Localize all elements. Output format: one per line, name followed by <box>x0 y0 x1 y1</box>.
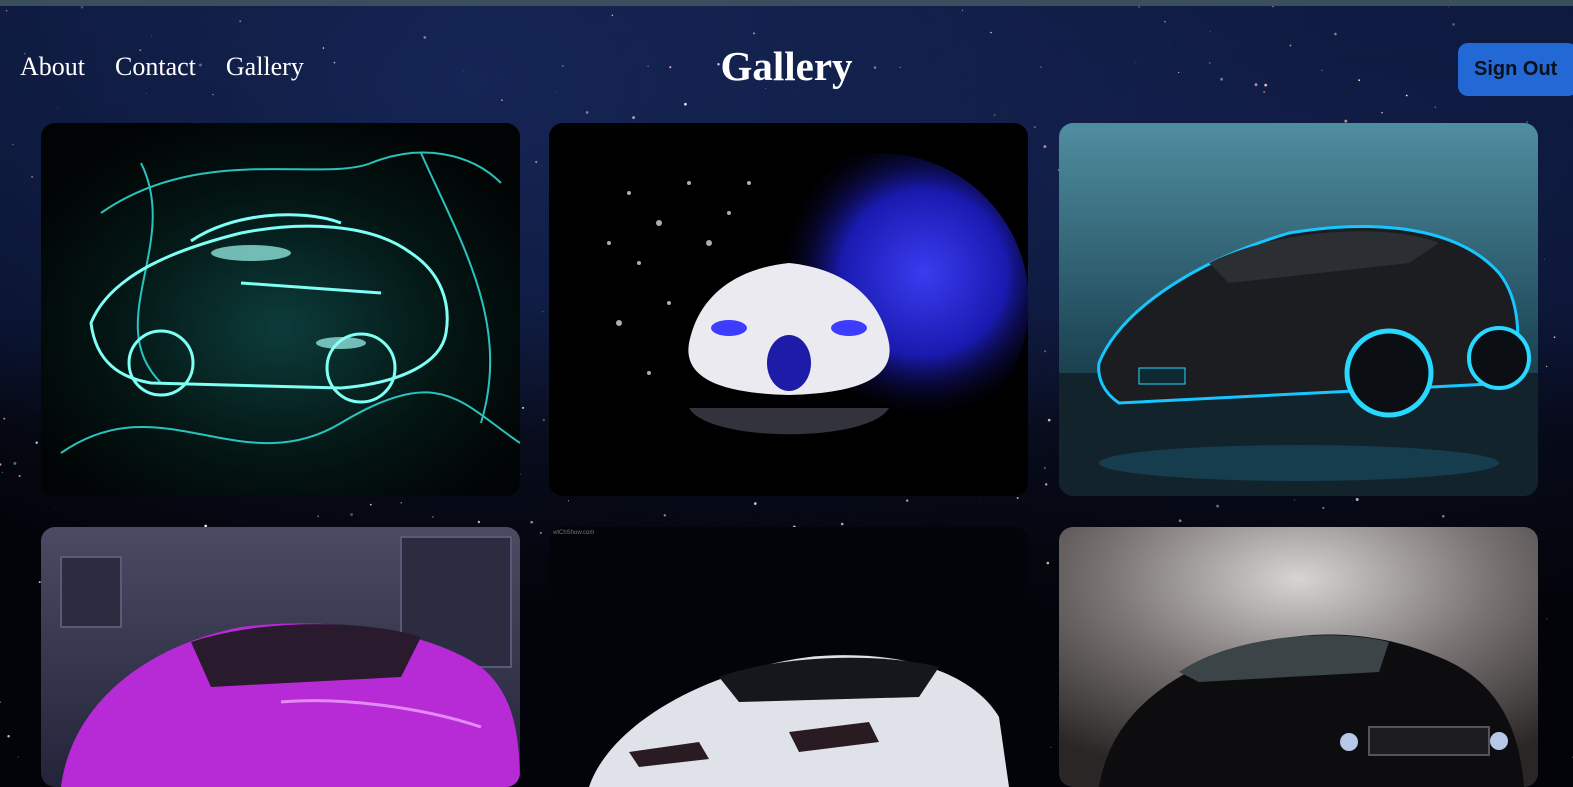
gallery-item-neon-cyan-car[interactable] <box>41 123 520 496</box>
page-title: Gallery <box>720 43 853 89</box>
gallery-item-purple-lamborghini[interactable] <box>41 527 520 787</box>
gallery-item-black-mustang[interactable] <box>1059 527 1538 787</box>
black-mustang-image <box>1059 527 1538 787</box>
purple-lamborghini-image <box>41 527 520 787</box>
gallery-item-black-lamborghini-blue-neon[interactable] <box>1059 123 1538 496</box>
white-blue-smoke-car-image <box>549 123 1028 496</box>
black-lamborghini-blue-neon-image <box>1059 123 1538 496</box>
gallery-item-white-lamborghini[interactable]: wtChShow.com <box>549 527 1028 787</box>
sign-out-button[interactable]: Sign Out <box>1458 43 1573 96</box>
image-watermark: wtChShow.com <box>552 530 594 536</box>
white-lamborghini-image: wtChShow.com <box>549 527 1028 787</box>
neon-cyan-car-image <box>41 123 520 496</box>
gallery-item-white-blue-smoke-car[interactable] <box>549 123 1028 496</box>
